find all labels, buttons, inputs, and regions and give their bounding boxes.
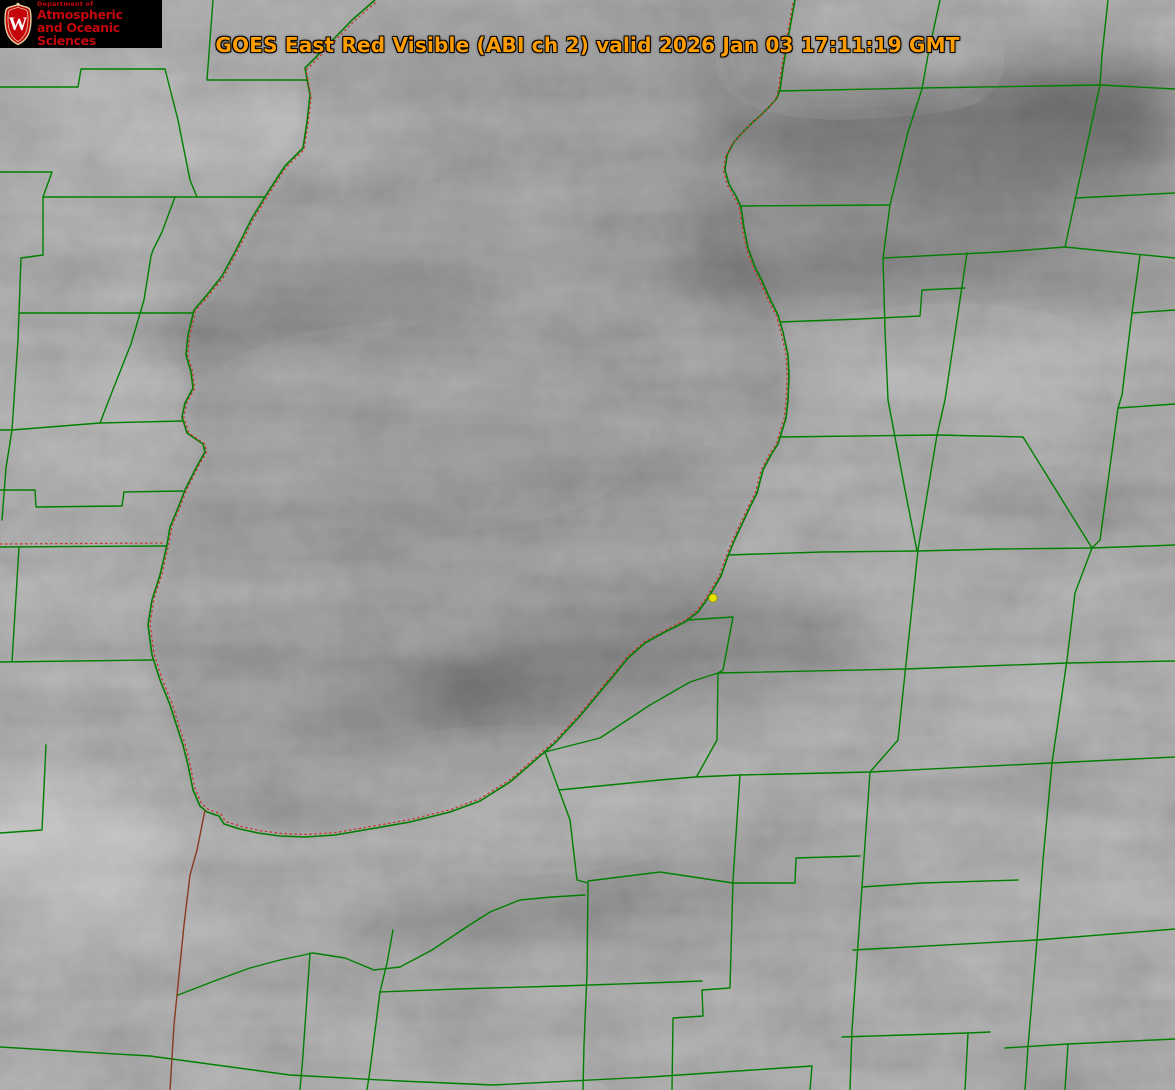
goes-satellite-page: W Department of Atmospheric and Oceanic … <box>0 0 1175 1090</box>
il-wi-state-border <box>0 546 166 547</box>
svg-text:W: W <box>9 14 28 35</box>
location-marker <box>709 594 717 602</box>
logo-text: Department of Atmospheric and Oceanic Sc… <box>37 1 162 47</box>
uw-crest-icon: W <box>3 2 33 46</box>
uw-aos-logo[interactable]: W Department of Atmospheric and Oceanic … <box>0 0 162 48</box>
county-line <box>740 205 890 206</box>
image-title: GOES East Red Visible (ABI ch 2) valid 2… <box>0 33 1175 57</box>
logo-line-2: and Oceanic Sciences <box>37 22 162 47</box>
satellite-map-image[interactable] <box>0 0 1175 1090</box>
